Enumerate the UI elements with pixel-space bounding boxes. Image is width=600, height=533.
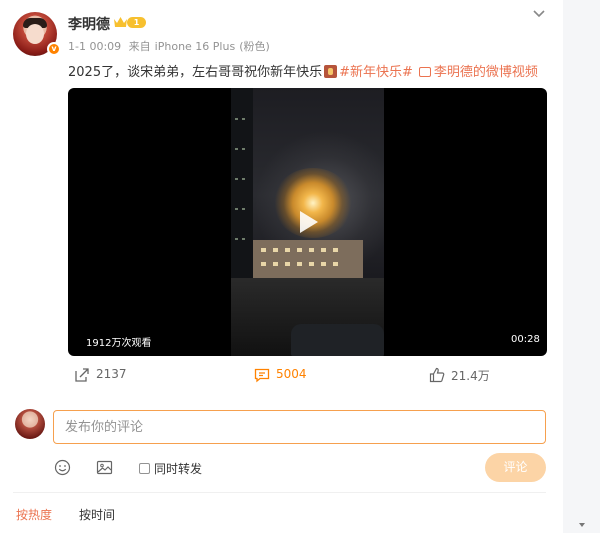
source-device: iPhone 16 Plus <box>154 40 236 53</box>
like-count: 21.4万 <box>451 369 490 383</box>
sort-by-time-tab[interactable]: 按时间 <box>79 506 115 523</box>
repost-label: 同时转发 <box>154 462 203 476</box>
video-link-icon <box>418 67 431 77</box>
video-link[interactable]: 李明德的微博视频 <box>434 65 538 80</box>
source-group: (粉色) <box>239 40 270 53</box>
weibo-post-card: v 李明德 1 1-1 00:09 来自 iPhone 16 Plus (粉色) 2… <box>0 0 563 533</box>
emoji-picker-icon[interactable] <box>54 459 71 476</box>
comment-count: 5004 <box>276 367 307 381</box>
comment-input[interactable] <box>54 411 545 443</box>
member-level-badge: 1 <box>127 17 146 28</box>
share-icon <box>75 368 89 382</box>
page-scrollbar-track[interactable] <box>563 0 600 533</box>
image-upload-icon[interactable] <box>96 459 113 476</box>
repost-checkbox[interactable]: 同时转发 <box>139 460 202 477</box>
avatar-face <box>26 24 44 44</box>
video-player[interactable]: 1912万次观看 00:28 <box>68 88 547 356</box>
post-body: 2025了，谈宋弟弟，左右哥哥祝你新年快乐 <box>68 65 323 80</box>
comment-icon <box>254 368 270 383</box>
like-icon <box>429 367 445 383</box>
crown-icon <box>114 17 127 27</box>
sort-by-hot-tab[interactable]: 按热度 <box>16 506 52 523</box>
post-meta: 1-1 00:09 来自 iPhone 16 Plus (粉色) <box>68 38 274 54</box>
scroll-down-arrow-icon[interactable] <box>579 523 585 527</box>
post-timestamp[interactable]: 1-1 00:09 <box>68 40 121 53</box>
checkbox-icon[interactable] <box>139 463 150 474</box>
post-text: 2025了，谈宋弟弟，左右哥哥祝你新年快乐 #新年快乐# 李明德的微博视频 <box>68 61 538 80</box>
share-count: 2137 <box>96 367 127 381</box>
video-view-count: 1912万次观看 <box>86 338 152 349</box>
tall-building <box>231 88 253 288</box>
verified-badge-icon: v <box>47 42 61 56</box>
current-user-avatar[interactable] <box>15 409 45 439</box>
author-name[interactable]: 李明德 <box>68 14 110 34</box>
emoji-icon <box>324 65 338 78</box>
hashtag-link[interactable]: #新年快乐# <box>339 65 413 80</box>
comment-input-wrapper <box>53 410 546 444</box>
play-icon[interactable] <box>291 206 323 238</box>
source-prefix: 来自 <box>128 40 151 53</box>
submit-comment-button[interactable]: 评论 <box>485 453 546 482</box>
chevron-down-icon[interactable] <box>532 8 546 18</box>
divider <box>13 492 546 493</box>
parked-car <box>291 324 384 356</box>
video-duration: 00:28 <box>511 334 540 345</box>
